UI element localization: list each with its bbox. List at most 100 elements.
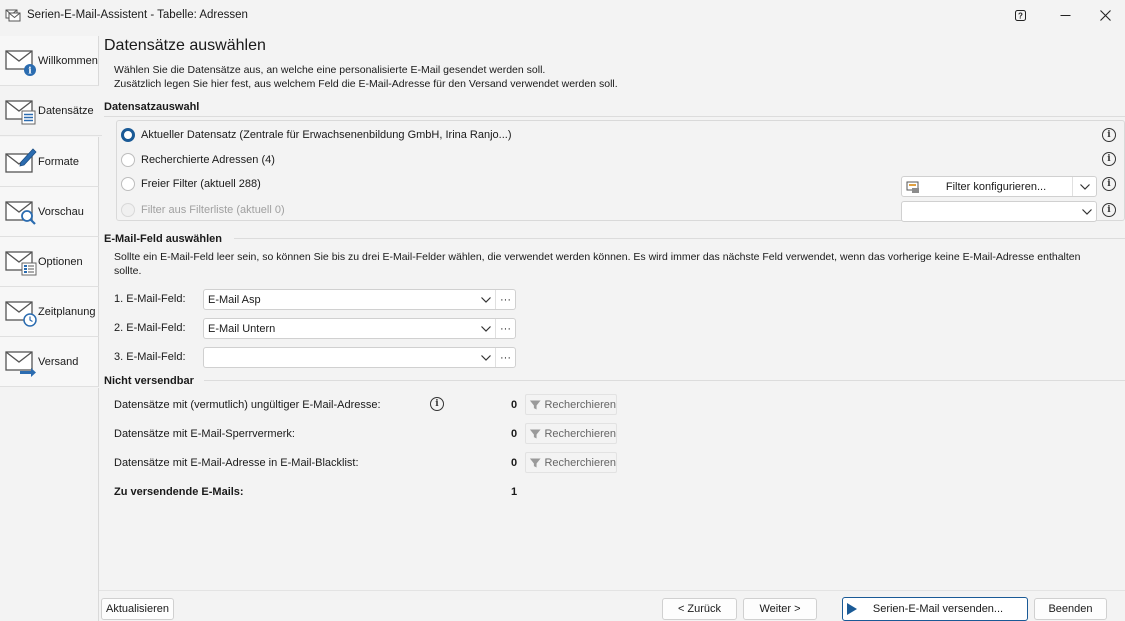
sidebar-item-label: Versand	[38, 355, 79, 368]
page-title: Datensätze auswählen	[104, 37, 266, 54]
email-field-description-line: Sollte ein E-Mail-Feld leer sein, so kön…	[114, 251, 1081, 263]
sidebar: i Willkommen Datensätze Formate Vorschau	[0, 36, 102, 621]
sidebar-item-formate[interactable]: Formate	[0, 137, 99, 187]
info-icon[interactable]: i	[1102, 152, 1116, 166]
configure-filter-button[interactable]: Filter konfigurieren...	[901, 176, 1097, 197]
sidebar-item-vorschau[interactable]: Vorschau	[0, 187, 99, 237]
sidebar-item-zeitplanung[interactable]: Zeitplanung	[0, 287, 99, 337]
section-datensatzauswahl-title: Datensatzauswahl	[104, 101, 200, 113]
mail-schedule-icon	[5, 300, 37, 327]
invalid-address-label: Datensätze mit (vermutlich) ungültiger E…	[114, 399, 381, 411]
radio-button	[121, 203, 135, 217]
refresh-button[interactable]: Aktualisieren	[101, 598, 174, 620]
section-divider	[234, 238, 1125, 239]
blocked-address-count: 0	[511, 428, 518, 440]
info-icon[interactable]: i	[1102, 177, 1116, 191]
main-panel: Datensätze auswählen Wählen Sie die Date…	[99, 30, 1125, 590]
sidebar-item-optionen[interactable]: Optionen	[0, 237, 99, 287]
radio-researched-addresses[interactable]: Recherchierte Adressen (4)	[121, 150, 275, 170]
page-description-line: Wählen Sie die Datensätze aus, an welche…	[114, 64, 546, 76]
research-blacklist-button: Recherchieren	[525, 452, 617, 473]
section-not-sendable-title: Nicht versendbar	[104, 375, 194, 387]
close-icon	[1099, 9, 1111, 21]
email-field-2-value: E-Mail Untern	[208, 322, 276, 335]
email-field-3-label: 3. E-Mail-Feld:	[114, 351, 186, 363]
radio-button[interactable]	[121, 177, 135, 191]
sidebar-item-label: Vorschau	[38, 205, 84, 218]
radio-label: Filter aus Filterliste (aktuell 0)	[141, 204, 285, 216]
minimize-button[interactable]	[1045, 0, 1085, 30]
email-field-3-more-button[interactable]: ···	[495, 348, 515, 367]
radio-label: Freier Filter (aktuell 288)	[141, 178, 261, 190]
sidebar-item-label: Willkommen	[38, 54, 98, 67]
minimize-icon	[1060, 14, 1070, 16]
sidebar-item-willkommen[interactable]: i Willkommen	[0, 36, 99, 86]
send-serial-email-label: Serien-E-Mail versenden...	[872, 603, 1004, 615]
email-field-1-label: 1. E-Mail-Feld:	[114, 293, 186, 305]
close-wizard-button[interactable]: Beenden	[1034, 598, 1107, 620]
app-icon	[5, 9, 21, 22]
mail-records-icon	[5, 99, 36, 124]
filter-icon	[529, 400, 541, 409]
page-description: Wählen Sie die Datensätze aus, an welche…	[114, 64, 618, 91]
sidebar-item-datensaetze[interactable]: Datensätze	[0, 86, 102, 136]
research-blocked-button: Recherchieren	[525, 423, 617, 444]
footer-bar: Aktualisieren < Zurück Weiter > Serien-E…	[99, 590, 1125, 621]
email-field-3-select[interactable]: ···	[203, 347, 516, 368]
configure-filter-label: Filter konfigurieren...	[945, 180, 1047, 193]
chevron-down-icon	[477, 354, 495, 361]
sidebar-item-versand[interactable]: Versand	[0, 337, 99, 387]
email-field-1-more-button[interactable]: ···	[495, 290, 515, 309]
email-field-1-value: E-Mail Asp	[208, 293, 261, 306]
section-divider	[104, 116, 1125, 117]
play-icon	[847, 603, 857, 615]
info-icon[interactable]: i	[1102, 203, 1116, 217]
mail-format-icon	[5, 147, 37, 173]
radio-current-record[interactable]: Aktueller Datensatz (Zentrale für Erwach…	[121, 125, 512, 145]
email-field-2-more-button[interactable]: ···	[495, 319, 515, 338]
radio-filter-list: Filter aus Filterliste (aktuell 0)	[121, 200, 285, 220]
close-button[interactable]	[1085, 0, 1125, 30]
research-label: Recherchieren	[544, 427, 616, 440]
sidebar-item-label: Datensätze	[38, 104, 94, 117]
radio-button[interactable]	[121, 153, 135, 167]
chevron-down-icon[interactable]	[1072, 177, 1096, 196]
invalid-address-count: 0	[511, 399, 518, 411]
blacklist-address-label: Datensätze mit E-Mail-Adresse in E-Mail-…	[114, 457, 359, 469]
info-icon[interactable]: i	[1102, 128, 1116, 142]
blocked-address-label: Datensätze mit E-Mail-Sperrvermerk:	[114, 428, 295, 440]
blacklist-address-count: 0	[511, 457, 518, 469]
filter-config-icon	[906, 181, 919, 193]
research-invalid-button: Recherchieren	[525, 394, 617, 415]
radio-label: Aktueller Datensatz (Zentrale für Erwach…	[141, 129, 512, 141]
chevron-down-icon	[477, 325, 495, 332]
filter-list-select[interactable]	[901, 201, 1097, 222]
help-button[interactable]: ?	[1005, 0, 1035, 30]
email-field-2-select[interactable]: E-Mail Untern ···	[203, 318, 516, 339]
radio-button[interactable]	[121, 128, 135, 142]
send-serial-email-button[interactable]: Serien-E-Mail versenden...	[842, 597, 1028, 621]
svg-text:?: ?	[1018, 11, 1023, 20]
chevron-down-icon	[477, 296, 495, 303]
svg-text:i: i	[28, 66, 32, 76]
filter-icon	[529, 429, 541, 438]
mail-send-icon	[5, 350, 36, 377]
chevron-down-icon	[1078, 208, 1096, 215]
title-bar: Serien-E-Mail-Assistent - Tabelle: Adres…	[0, 0, 1125, 30]
radio-free-filter[interactable]: Freier Filter (aktuell 288)	[121, 174, 261, 194]
email-field-description-line: sollte.	[114, 264, 142, 277]
sidebar-item-label: Zeitplanung	[38, 305, 96, 318]
back-button[interactable]: < Zurück	[662, 598, 737, 620]
next-button[interactable]: Weiter >	[743, 598, 817, 620]
research-label: Recherchieren	[544, 398, 616, 411]
email-field-1-select[interactable]: E-Mail Asp ···	[203, 289, 516, 310]
section-email-field-title: E-Mail-Feld auswählen	[104, 233, 222, 245]
filter-icon	[529, 458, 541, 467]
email-field-2-label: 2. E-Mail-Feld:	[114, 322, 186, 334]
info-icon[interactable]: i	[430, 397, 444, 411]
research-label: Recherchieren	[544, 456, 616, 469]
sidebar-item-label: Optionen	[38, 255, 83, 268]
sidebar-item-label: Formate	[38, 155, 79, 168]
help-icon: ?	[1014, 9, 1026, 21]
mail-preview-icon	[5, 200, 36, 225]
